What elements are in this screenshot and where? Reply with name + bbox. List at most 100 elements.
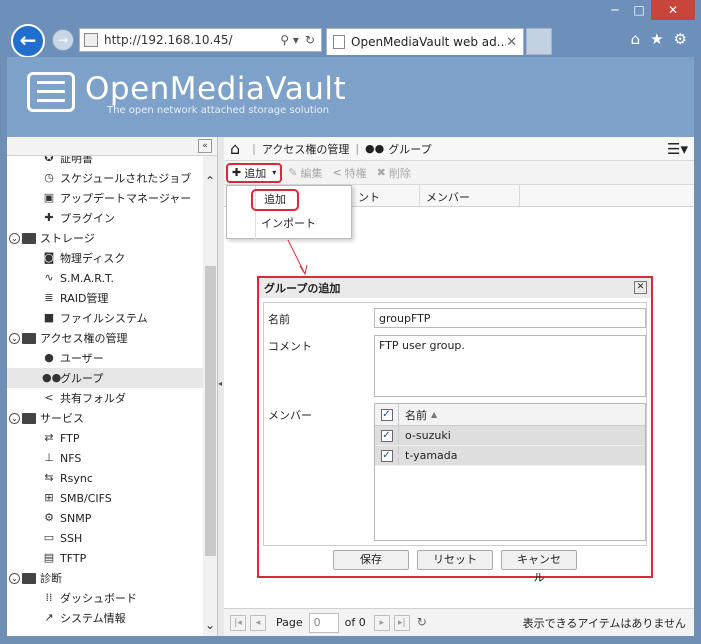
select-all-checkbox[interactable]: ✓ xyxy=(380,408,393,421)
sidebar-item-rsync[interactable]: ⇆ Rsync xyxy=(7,468,203,488)
gear-icon[interactable]: ⚙ xyxy=(674,30,687,48)
sidebar-item-physical-disks[interactable]: ◙ 物理ディスク xyxy=(7,248,203,268)
comment-field[interactable]: FTP user group. xyxy=(374,335,646,397)
delete-icon: ✖ xyxy=(376,166,386,179)
expand-icon[interactable]: ⌄ xyxy=(9,332,20,344)
save-button[interactable]: 保存 xyxy=(333,550,409,570)
sidebar-item-storage[interactable]: ⌄ ストレージ xyxy=(7,228,203,248)
breadcrumb-section[interactable]: アクセス権の管理 xyxy=(262,141,349,157)
search-icon[interactable]: ⚲ ▾ xyxy=(280,33,299,47)
row-checkbox[interactable]: ✓ xyxy=(380,429,393,442)
member-name: o-suzuki xyxy=(405,429,451,442)
forward-button[interactable]: → xyxy=(52,29,74,51)
scroll-up-icon[interactable]: ⌃ xyxy=(205,174,215,188)
browser-icons: ⌂ ★ ⚙ xyxy=(631,30,687,48)
grid-column-members[interactable]: メンバー xyxy=(420,185,520,206)
sidebar-item-tftp[interactable]: ▤ TFTP xyxy=(7,548,203,568)
sidebar-item-smart[interactable]: ∿ S.M.A.R.T. xyxy=(7,268,203,288)
cancel-button[interactable]: キャンセル xyxy=(501,550,577,584)
address-bar[interactable]: http://192.168.10.45/ ⚲ ▾ ↻ xyxy=(79,28,322,52)
sidebar-item-system-info[interactable]: ↗ システム情報 xyxy=(7,608,203,628)
scroll-down-icon[interactable]: ⌄ xyxy=(205,618,215,632)
sidebar-item-raid[interactable]: ≣ RAID管理 xyxy=(7,288,203,308)
sidebar-item-services[interactable]: ⌄ サービス xyxy=(7,408,203,428)
sidebar-item-groups[interactable]: ●● グループ xyxy=(7,368,203,388)
home-icon[interactable]: ⌂ xyxy=(230,139,240,158)
sidebar-item-ftp[interactable]: ⇄ FTP xyxy=(7,428,203,448)
name-label: 名前 xyxy=(268,313,290,326)
sidebar-item-users[interactable]: ● ユーザー xyxy=(7,348,203,368)
sidebar-item-plugins[interactable]: ✚ プラグイン xyxy=(7,208,203,228)
ftp-icon: ⇄ xyxy=(44,431,54,444)
page-input[interactable]: 0 xyxy=(308,612,339,633)
members-grid: ✓ 名前 ▲ ✓ o-suzuki ✓ t-yamada xyxy=(374,403,646,541)
table-row[interactable]: ✓ t-yamada xyxy=(375,446,645,466)
sidebar-item-dashboard[interactable]: ⁞⁞ ダッシュボード xyxy=(7,588,203,608)
sidebar-item-shared-folders[interactable]: < 共有フォルダ xyxy=(7,388,203,408)
url-text[interactable]: http://192.168.10.45/ xyxy=(104,33,280,47)
plus-icon: ✚ xyxy=(232,166,242,179)
sidebar-item-snmp[interactable]: ⚙ SNMP xyxy=(7,508,203,528)
add-button[interactable]: ✚ 追加 ▾ xyxy=(226,162,283,183)
member-name: t-yamada xyxy=(405,449,458,462)
user-icon: ● xyxy=(44,351,54,364)
privileges-button[interactable]: < 特権 xyxy=(328,163,370,183)
sidebar-item-smb[interactable]: ⊞ SMB/CIFS xyxy=(7,488,203,508)
back-button[interactable]: ← xyxy=(11,24,45,58)
dialog-title: グループの追加 xyxy=(264,282,341,295)
sidebar-item-ssh[interactable]: ▭ SSH xyxy=(7,528,203,548)
grid-column-comment[interactable]: ント xyxy=(352,185,420,206)
sidebar-item-scheduled-jobs[interactable]: ◷ スケジュールされたジョブ xyxy=(7,168,203,188)
dialog-footer: 保存 リセット キャンセル xyxy=(259,550,651,584)
new-tab-button[interactable] xyxy=(526,28,552,55)
page-icon xyxy=(333,35,345,49)
refresh-icon[interactable]: ↻ xyxy=(305,33,315,47)
expand-icon[interactable]: ⌄ xyxy=(9,572,20,584)
home-icon[interactable]: ⌂ xyxy=(631,30,641,48)
group-icon: ●● xyxy=(42,371,62,384)
table-row[interactable]: ✓ o-suzuki xyxy=(375,426,645,446)
dialog-header: グループの追加 ✕ xyxy=(259,278,651,298)
row-checkbox[interactable]: ✓ xyxy=(380,449,393,462)
sidebar-item-certificates[interactable]: ✪ 証明書 xyxy=(7,156,203,168)
prev-page-button[interactable]: ◂ xyxy=(250,614,266,631)
sidebar-item-update-manager[interactable]: ▣ アップデートマネージャー xyxy=(7,188,203,208)
minimize-button[interactable]: ─ xyxy=(603,0,627,20)
windows-icon: ⊞ xyxy=(44,491,54,504)
refresh-icon[interactable]: ↻ xyxy=(414,615,430,631)
menu-item-import[interactable]: インポート xyxy=(261,214,316,234)
menu-item-add[interactable]: 追加 xyxy=(251,189,299,211)
folder-icon: ■ xyxy=(43,311,55,324)
sidebar-scrollbar[interactable]: ⌃ ⌄ xyxy=(203,156,217,636)
browser-tab[interactable]: OpenMediaVault web ad... ✕ xyxy=(326,28,524,55)
collapse-sidebar-button[interactable]: « xyxy=(198,139,212,153)
sidebar-item-filesystems[interactable]: ■ ファイルシステム xyxy=(7,308,203,328)
last-page-button[interactable]: ▸| xyxy=(393,614,410,631)
sidebar-item-access-rights[interactable]: ⌄ アクセス権の管理 xyxy=(7,328,203,348)
reset-button[interactable]: リセット xyxy=(417,550,493,570)
brand-tagline: The open network attached storage soluti… xyxy=(107,105,330,116)
delete-button[interactable]: ✖ 削除 xyxy=(373,163,415,183)
edit-button[interactable]: ✎ 編集 xyxy=(284,163,326,183)
expand-icon[interactable]: ⌄ xyxy=(9,412,20,424)
members-name-column[interactable]: 名前 xyxy=(399,407,427,423)
scrollbar-thumb[interactable] xyxy=(205,266,216,556)
sidebar-item-diagnostics[interactable]: ⌄ 診断 xyxy=(7,568,203,588)
sidebar-header: « xyxy=(7,137,217,156)
breadcrumb-separator: | xyxy=(252,142,256,155)
sidebar-item-nfs[interactable]: ⊥ NFS xyxy=(7,448,203,468)
next-page-button[interactable]: ▸ xyxy=(373,614,390,631)
close-window-button[interactable]: ✕ xyxy=(651,0,695,20)
members-grid-header: ✓ 名前 ▲ xyxy=(375,404,645,426)
first-page-button[interactable]: |◂ xyxy=(230,614,246,631)
maximize-button[interactable]: □ xyxy=(627,0,651,20)
hamburger-menu-icon[interactable]: ☰▾ xyxy=(667,140,688,158)
name-field[interactable]: groupFTP xyxy=(374,308,646,328)
dialog-close-icon[interactable]: ✕ xyxy=(634,281,647,294)
splitter-handle-icon[interactable]: ◂ xyxy=(218,379,222,388)
expand-icon[interactable]: ⌄ xyxy=(9,232,20,244)
star-icon[interactable]: ★ xyxy=(650,30,663,48)
close-tab-icon[interactable]: ✕ xyxy=(506,35,517,50)
folder-icon xyxy=(22,572,36,584)
rsync-icon: ⇆ xyxy=(44,471,54,484)
